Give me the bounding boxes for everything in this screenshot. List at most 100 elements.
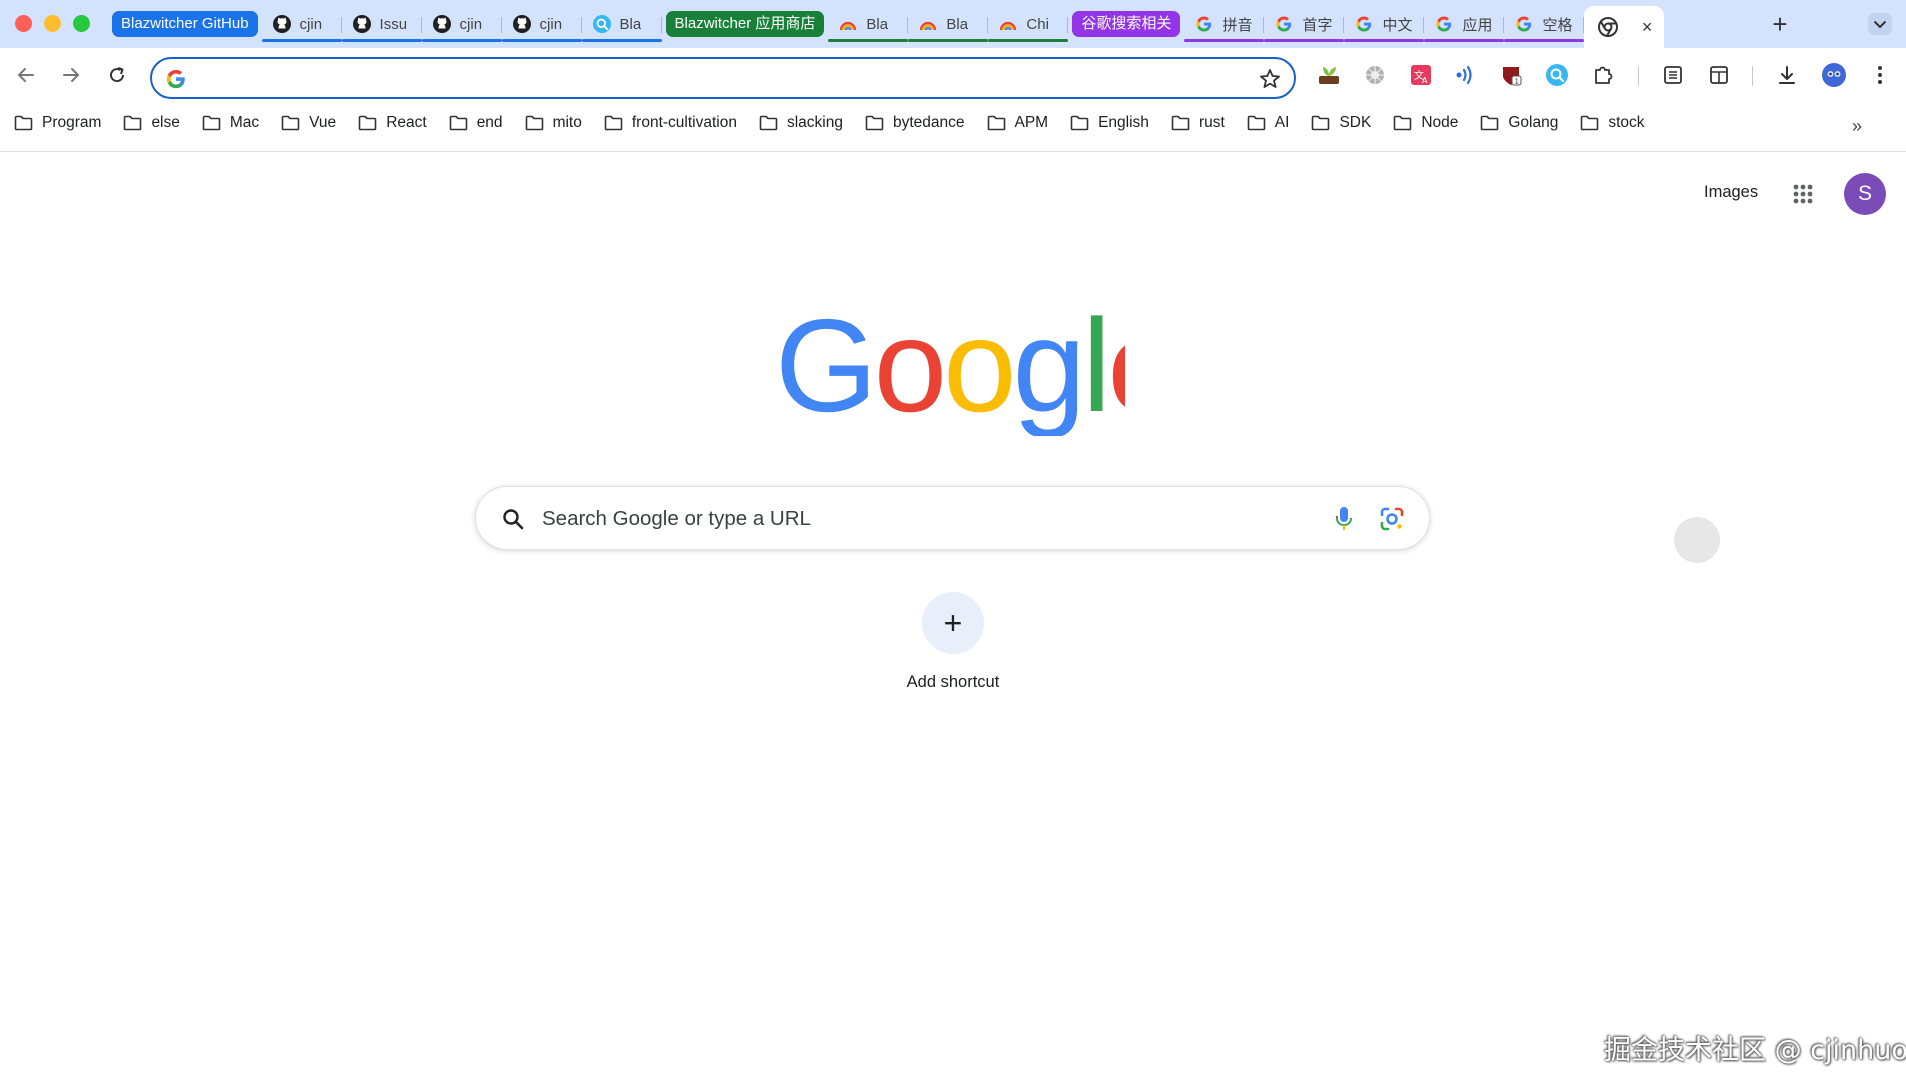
profile-avatar-icon[interactable] [1820, 61, 1848, 89]
forward-arrow-icon [63, 68, 80, 82]
browser-tab[interactable]: Bla [828, 6, 909, 42]
browser-tab[interactable]: Bla [908, 6, 989, 42]
bookmark-folder[interactable]: English [1070, 114, 1149, 132]
google-apps-grid-icon[interactable] [1791, 182, 1815, 206]
extension-spider-icon[interactable] [1361, 61, 1389, 89]
add-shortcut-button[interactable]: + Add shortcut [890, 592, 1016, 692]
github-icon [352, 14, 372, 34]
back-arrow-icon [17, 68, 34, 82]
toolbar: 文A 1 [0, 48, 1906, 102]
address-input[interactable] [200, 65, 1200, 91]
bookmark-folder[interactable]: SDK [1311, 114, 1371, 132]
bookmark-folder[interactable]: else [123, 114, 180, 132]
reload-button[interactable] [104, 62, 130, 88]
tab-title: 中文 [1382, 16, 1413, 34]
folder-icon [865, 115, 884, 131]
google-g-icon [1194, 14, 1214, 34]
microphone-icon[interactable] [1331, 505, 1357, 533]
bookmark-folder[interactable]: bytedance [865, 114, 965, 132]
search-box[interactable] [475, 486, 1430, 550]
google-g-icon [1514, 14, 1534, 34]
folder-icon [1312, 115, 1330, 131]
reload-icon [110, 67, 125, 83]
bookmark-folder[interactable]: Node [1393, 114, 1458, 132]
extension-audio-wave-icon[interactable] [1451, 61, 1479, 89]
bookmark-folder-label: bytedance [892, 114, 965, 131]
bookmark-folder[interactable]: mito [525, 114, 582, 132]
tab-title: Bla [866, 15, 889, 33]
add-shortcut-plus-icon: + [922, 592, 984, 654]
new-tab-button[interactable]: + [1766, 10, 1794, 38]
folder-icon [358, 115, 377, 131]
bookmark-folder[interactable]: Program [14, 114, 101, 132]
extension-search-badge-icon[interactable] [1543, 61, 1571, 89]
more-menu-icon[interactable] [1866, 61, 1894, 89]
browser-tab[interactable]: 首字 [1264, 6, 1345, 42]
browser-tab[interactable]: cjin [501, 6, 582, 42]
bookmark-folder[interactable]: Vue [281, 114, 336, 132]
tab-search-chevron-icon[interactable] [1868, 13, 1892, 35]
search-icon [503, 509, 524, 530]
tab-group-chip[interactable]: 谷歌搜索相关 [1072, 11, 1181, 37]
tab-group-underline [261, 39, 342, 42]
images-link[interactable]: Images [1704, 183, 1758, 202]
active-browser-tab[interactable]: × [1584, 6, 1665, 48]
extension-plant-icon[interactable] [1315, 61, 1343, 89]
browser-tab[interactable]: 中文 [1344, 6, 1425, 42]
bookmark-folder-label: English [1098, 114, 1149, 131]
close-tab-icon[interactable]: × [1642, 17, 1653, 38]
address-bar[interactable] [150, 57, 1296, 99]
search-input[interactable] [542, 504, 1302, 534]
browser-tab[interactable]: Bla [581, 6, 662, 42]
watermark: 掘金技术社区 @ cjinhuo [1604, 1035, 1906, 1066]
bookmark-list: Program else Mac Vue React end mito front-culti… [14, 114, 1667, 132]
google-lens-icon[interactable] [1378, 505, 1406, 533]
account-avatar[interactable]: S [1844, 173, 1886, 215]
bookmark-folder[interactable]: React [358, 114, 427, 132]
tab-group-underline [1184, 39, 1265, 42]
chrome-icon [1598, 17, 1619, 37]
minimize-window-button[interactable] [44, 15, 61, 32]
bookmark-folder[interactable]: stock [1580, 114, 1645, 132]
bookmark-folder-label: mito [552, 114, 582, 131]
folder-icon [1070, 115, 1089, 131]
browser-tab[interactable]: 空格 [1504, 6, 1585, 42]
bookmark-folder[interactable]: front-cultivation [604, 114, 737, 132]
bookmark-folder[interactable]: slacking [759, 114, 843, 132]
tab-group-chip[interactable]: Blazwitcher 应用商店 [665, 11, 825, 37]
downloads-icon[interactable] [1773, 61, 1801, 89]
browser-tab[interactable]: Chi [988, 6, 1069, 42]
extensions-puzzle-icon[interactable] [1589, 61, 1617, 89]
bookmark-folder[interactable]: end [449, 114, 503, 132]
tab-title: cjin [539, 15, 563, 33]
bookmark-folder[interactable]: AI [1247, 114, 1289, 132]
bookmark-folder[interactable]: APM [987, 114, 1048, 132]
tab-title: 拼音 [1222, 16, 1253, 34]
browser-tab[interactable]: Issu [341, 6, 422, 42]
browser-tab[interactable]: 应用 [1424, 6, 1505, 42]
side-panel-icon[interactable] [1705, 61, 1733, 89]
tab-group-underline [1264, 39, 1345, 42]
zoom-window-button[interactable] [73, 15, 90, 32]
bookmark-folder[interactable]: Golang [1480, 114, 1558, 132]
close-window-button[interactable] [15, 15, 32, 32]
bookmark-folder-label: React [386, 114, 427, 131]
extension-shield-icon[interactable]: 1 [1497, 61, 1525, 89]
back-button[interactable] [13, 62, 39, 88]
reading-list-icon[interactable] [1659, 61, 1687, 89]
browser-tab[interactable]: cjin [261, 6, 342, 42]
extension-translate-icon[interactable]: 文A [1407, 61, 1435, 89]
forward-button[interactable] [58, 62, 84, 88]
tab-group-chip[interactable]: Blazwitcher GitHub [112, 11, 258, 37]
bookmark-folder[interactable]: rust [1171, 114, 1225, 132]
folder-icon [14, 115, 33, 131]
browser-tab[interactable]: 拼音 [1184, 6, 1265, 42]
google-g-icon [1354, 14, 1374, 34]
bookmark-folder[interactable]: Mac [202, 114, 259, 132]
folder-icon [124, 115, 142, 131]
bookmarks-overflow-button[interactable]: » [1852, 116, 1862, 137]
bookmark-star-icon[interactable] [1258, 67, 1282, 91]
folder-icon [1394, 115, 1412, 131]
tab-title: cjin [459, 15, 483, 33]
browser-tab[interactable]: cjin [421, 6, 502, 42]
